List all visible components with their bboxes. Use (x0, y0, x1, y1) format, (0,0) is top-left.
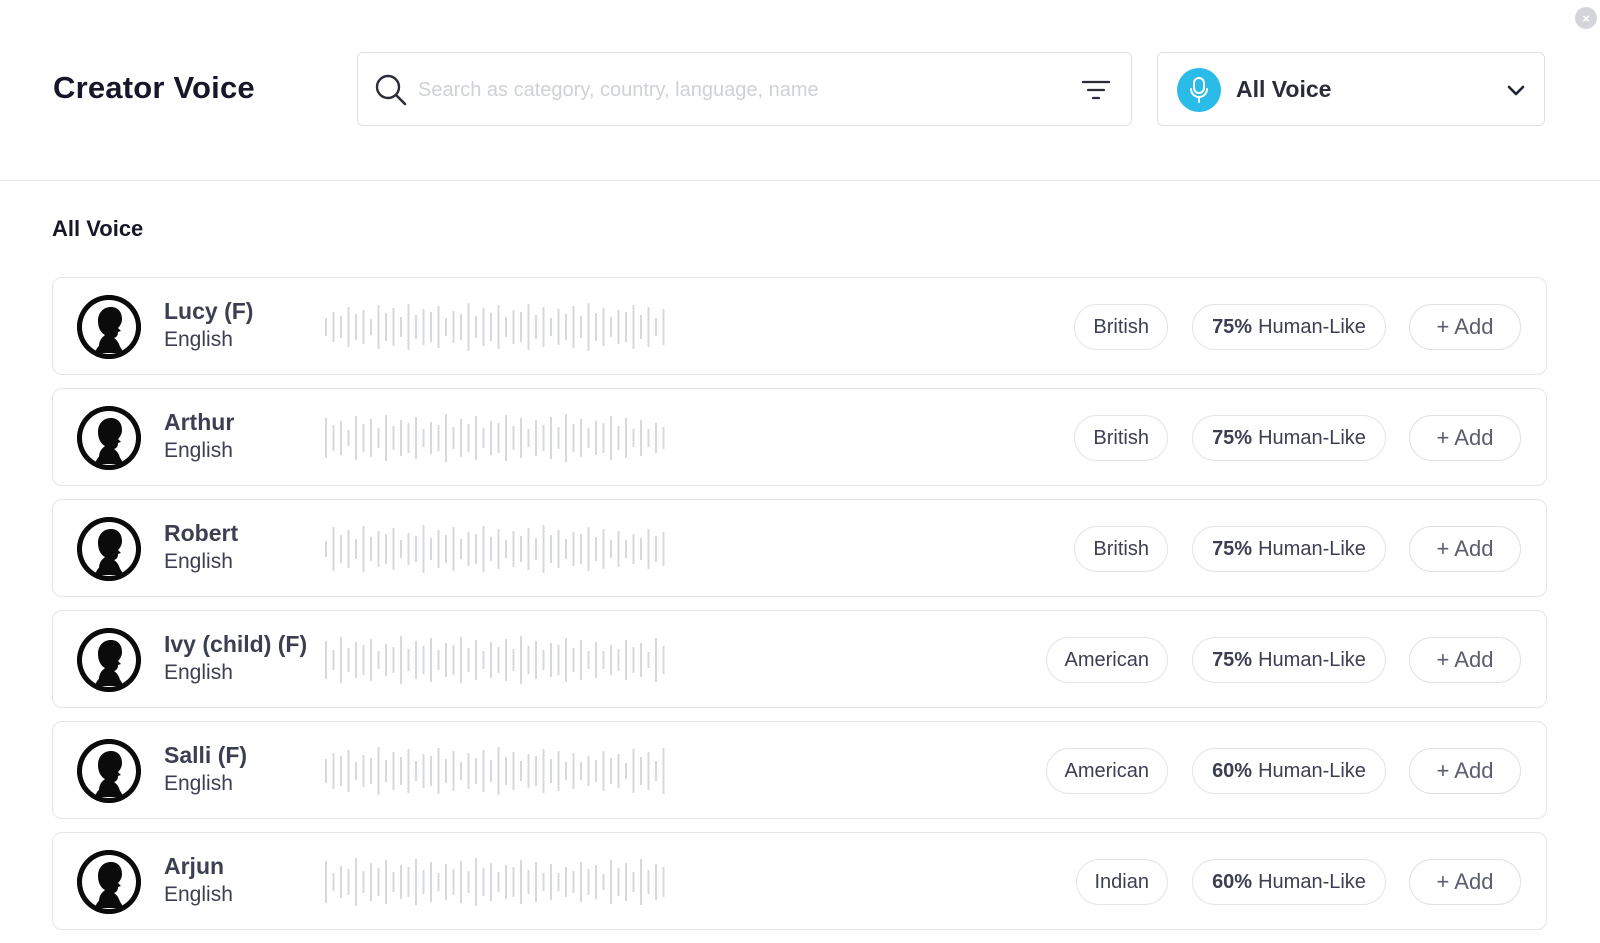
waveform-icon[interactable] (325, 633, 670, 687)
human-like-label: Human-Like (1258, 870, 1366, 893)
voice-language: English (164, 772, 233, 795)
add-voice-button[interactable]: + Add (1409, 637, 1521, 683)
human-like-percent: 60% (1212, 870, 1253, 893)
human-like-label: Human-Like (1258, 315, 1366, 338)
voice-language: English (164, 439, 233, 462)
voice-name: Arthur (164, 409, 235, 435)
voice-name: Salli (F) (164, 742, 248, 768)
waveform-icon[interactable] (325, 855, 670, 909)
avatar-silhouette-icon (77, 628, 141, 692)
microphone-icon (1177, 68, 1221, 112)
voice-name: Ivy (child) (F) (164, 631, 308, 657)
human-like-badge: 75% Human-Like (1192, 415, 1386, 461)
waveform-icon[interactable] (325, 522, 670, 576)
accent-badge: American (1045, 748, 1168, 794)
add-voice-button[interactable]: + Add (1409, 859, 1521, 905)
header: Creator Voice All Voice (0, 0, 1600, 181)
avatar-silhouette-icon (77, 517, 141, 581)
voice-language: English (164, 661, 233, 684)
human-like-label: Human-Like (1258, 648, 1366, 671)
search-icon (375, 74, 407, 106)
accent-badge: British (1074, 304, 1168, 350)
voice-language: English (164, 883, 233, 906)
accent-badge: Indian (1075, 859, 1168, 905)
voice-row[interactable]: Arthur English British 75% Human-Like + A… (52, 388, 1547, 486)
voice-name: Arjun (164, 853, 225, 879)
voice-list: Lucy (F) English British 75% Human-Like +… (52, 277, 1547, 943)
avatar-silhouette-icon (77, 850, 141, 914)
voice-type-dropdown[interactable]: All Voice (1157, 52, 1545, 126)
human-like-percent: 60% (1212, 759, 1253, 782)
human-like-label: Human-Like (1258, 537, 1366, 560)
human-like-badge: 60% Human-Like (1192, 748, 1386, 794)
voice-row[interactable]: Arjun English Indian 60% Human-Like + Add (52, 832, 1547, 930)
add-voice-button[interactable]: + Add (1409, 415, 1521, 461)
avatar-silhouette-icon (77, 406, 141, 470)
human-like-badge: 75% Human-Like (1192, 526, 1386, 572)
accent-badge: British (1074, 415, 1168, 461)
add-voice-button[interactable]: + Add (1409, 526, 1521, 572)
voice-name: Lucy (F) (164, 298, 254, 324)
page-title: Creator Voice (53, 70, 255, 105)
search-box[interactable] (357, 52, 1132, 126)
voice-row[interactable]: Salli (F) English American 60% Human-Like… (52, 721, 1547, 819)
section-title: All Voice (52, 216, 144, 241)
waveform-icon[interactable] (325, 411, 670, 465)
voice-language: English (164, 328, 233, 351)
waveform-icon[interactable] (325, 744, 670, 798)
accent-badge: American (1045, 637, 1168, 683)
human-like-percent: 75% (1212, 537, 1253, 560)
human-like-label: Human-Like (1258, 759, 1366, 782)
waveform-icon[interactable] (325, 300, 670, 354)
human-like-percent: 75% (1212, 426, 1253, 449)
voice-type-selected: All Voice (1236, 76, 1332, 102)
accent-badge: British (1074, 526, 1168, 572)
search-input[interactable] (418, 71, 1048, 109)
human-like-percent: 75% (1212, 315, 1253, 338)
add-voice-button[interactable]: + Add (1409, 748, 1521, 794)
chevron-down-icon (1507, 85, 1525, 96)
add-voice-button[interactable]: + Add (1409, 304, 1521, 350)
voice-row[interactable]: Lucy (F) English British 75% Human-Like +… (52, 277, 1547, 375)
avatar-silhouette-icon (77, 295, 141, 359)
human-like-badge: 60% Human-Like (1192, 859, 1386, 905)
avatar-silhouette-icon (77, 739, 141, 803)
human-like-percent: 75% (1212, 648, 1253, 671)
voice-row[interactable]: Ivy (child) (F) English American 75% Huma… (52, 610, 1547, 708)
human-like-label: Human-Like (1258, 426, 1366, 449)
human-like-badge: 75% Human-Like (1192, 637, 1386, 683)
human-like-badge: 75% Human-Like (1192, 304, 1386, 350)
voice-name: Robert (164, 520, 239, 546)
filter-icon[interactable] (1081, 77, 1111, 103)
voice-language: English (164, 550, 233, 573)
voice-row[interactable]: Robert English British 75% Human-Like + A… (52, 499, 1547, 597)
